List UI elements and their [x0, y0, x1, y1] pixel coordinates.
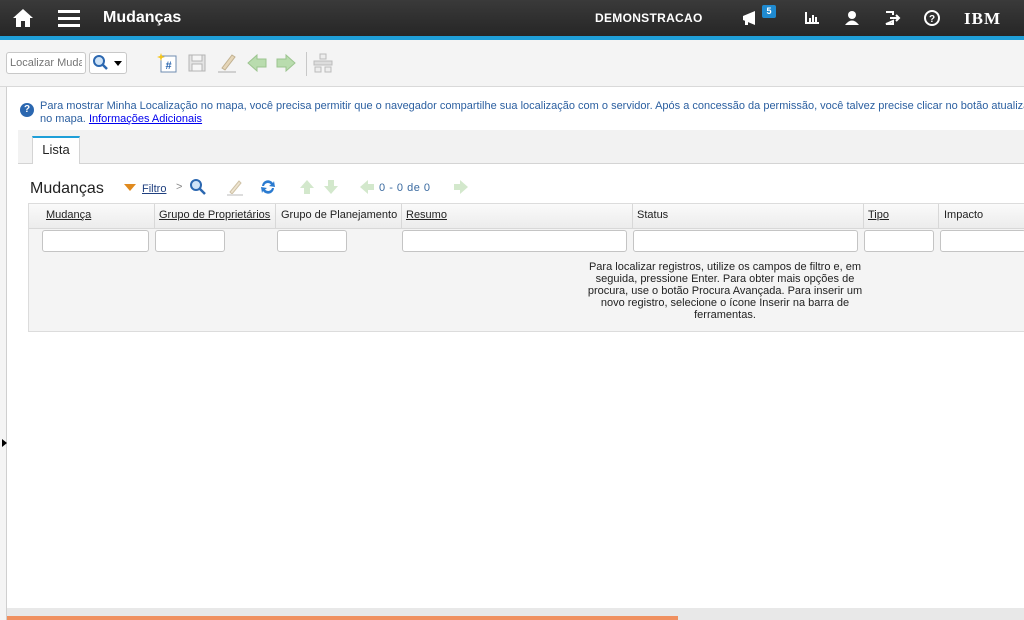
filter-resumo-input[interactable]	[402, 230, 627, 252]
tab-bar: Lista	[18, 130, 1024, 164]
site-name: DEMONSTRACAO	[595, 11, 703, 25]
next-page-icon[interactable]	[452, 178, 470, 196]
filter-grupo-proprietarios-input[interactable]	[155, 230, 225, 252]
empty-table-message: Para localizar registros, utilize os cam…	[587, 261, 863, 321]
column-header-tipo[interactable]: Tipo	[868, 209, 889, 221]
previous-page-icon[interactable]	[358, 178, 376, 196]
workflow-icon[interactable]	[312, 52, 334, 74]
location-info-message: Para mostrar Minha Localização no mapa, …	[40, 100, 1024, 126]
toolbar-separator	[306, 52, 307, 76]
chevron-right-icon: >	[176, 181, 183, 193]
table-header-row: Mudança Grupo de Proprietários Grupo de …	[29, 204, 1024, 229]
tab-lista[interactable]: Lista	[32, 136, 80, 164]
info-icon: ?	[20, 103, 34, 117]
pager-start: 0	[379, 182, 386, 194]
column-header-mudanca[interactable]: Mudança	[46, 209, 91, 221]
notification-badge[interactable]: 5	[762, 5, 776, 18]
move-down-icon[interactable]	[322, 178, 340, 196]
top-navigation-bar: Mudanças DEMONSTRACAO 5 ? IBM	[0, 0, 1024, 36]
column-divider	[632, 204, 633, 228]
pager-total: 0	[423, 182, 431, 194]
pager-of-label: de	[407, 182, 421, 194]
toolbar: #	[0, 40, 1024, 87]
reports-icon[interactable]	[802, 8, 822, 28]
filter-tipo-input[interactable]	[864, 230, 934, 252]
expand-arrow-icon[interactable]	[2, 439, 7, 447]
more-info-link[interactable]: Informações Adicionais	[89, 113, 202, 125]
svg-text:?: ?	[929, 14, 935, 25]
svg-text:#: #	[165, 60, 171, 72]
column-header-impacto: Impacto	[944, 209, 984, 221]
new-record-icon[interactable]: #	[157, 52, 179, 74]
left-collapse-strip[interactable]	[0, 87, 7, 620]
find-record-input[interactable]	[6, 52, 86, 74]
clear-filter-icon[interactable]	[226, 178, 244, 196]
signout-icon[interactable]	[882, 8, 902, 28]
column-divider	[275, 204, 276, 228]
info-message-line1: Para mostrar Minha Localização no mapa, …	[40, 100, 1024, 112]
pager-separator: -	[389, 182, 394, 194]
column-divider	[401, 204, 402, 228]
filter-impacto-input[interactable]	[940, 230, 1024, 252]
search-icon[interactable]	[189, 178, 207, 196]
help-icon[interactable]: ?	[922, 8, 942, 28]
column-divider	[863, 204, 864, 228]
next-record-icon[interactable]	[275, 52, 297, 74]
move-up-icon[interactable]	[298, 178, 316, 196]
app-title: Mudanças	[103, 9, 182, 26]
column-header-resumo[interactable]: Resumo	[406, 209, 447, 221]
info-message-line2: no mapa.	[40, 113, 86, 125]
column-divider	[938, 204, 939, 228]
loading-progress-bar	[7, 616, 678, 620]
home-icon[interactable]	[11, 7, 35, 29]
column-divider	[154, 204, 155, 228]
filter-mudanca-input[interactable]	[42, 230, 149, 252]
find-button[interactable]	[89, 52, 127, 74]
column-header-grupo-proprietarios[interactable]: Grupo de Proprietários	[159, 209, 270, 221]
save-icon[interactable]	[186, 52, 208, 74]
bulletin-icon[interactable]	[741, 8, 761, 28]
column-header-grupo-planejamento: Grupo de Planejamento	[281, 209, 398, 221]
menu-icon[interactable]	[57, 8, 81, 28]
pager-text: 0 - 0 de 0	[379, 182, 431, 194]
profile-icon[interactable]	[842, 8, 862, 28]
list-title: Mudanças	[30, 180, 104, 197]
clear-changes-icon[interactable]	[216, 52, 238, 74]
filter-icon[interactable]	[124, 184, 136, 191]
refresh-icon[interactable]	[259, 178, 277, 196]
ibm-logo: IBM	[964, 9, 1001, 28]
filter-status-input[interactable]	[633, 230, 858, 252]
previous-record-icon[interactable]	[246, 52, 268, 74]
filter-grupo-planejamento-input[interactable]	[277, 230, 347, 252]
filter-toggle-link[interactable]: Filtro	[142, 183, 166, 195]
results-table: Mudança Grupo de Proprietários Grupo de …	[28, 203, 1024, 332]
column-header-status: Status	[637, 209, 669, 221]
pager-end: 0	[396, 182, 404, 194]
